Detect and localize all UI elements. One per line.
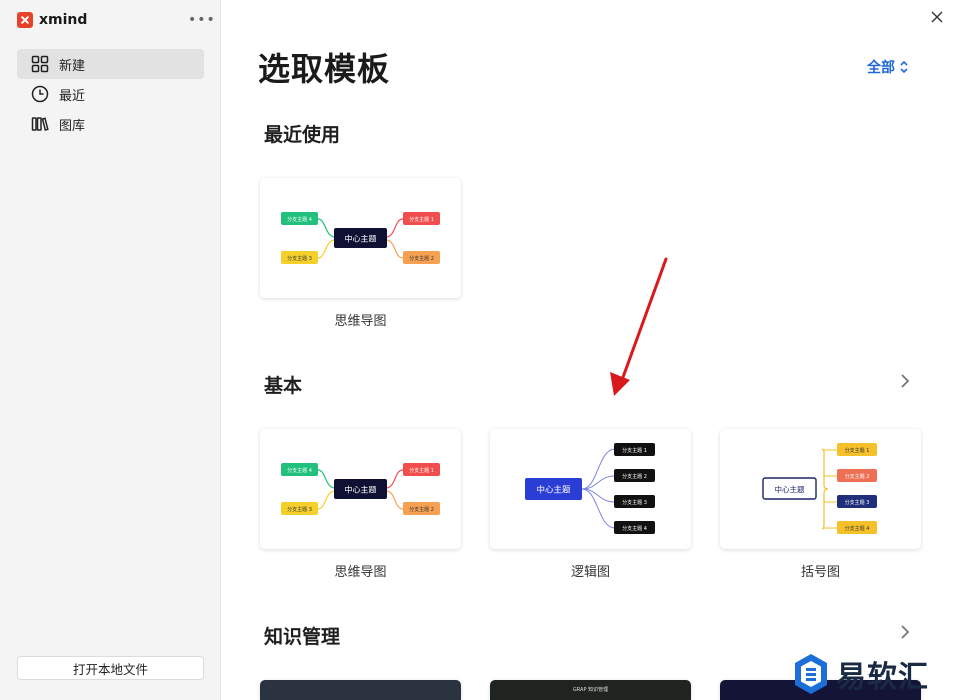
branch-topic: 分支主题 2 [409,506,434,513]
branch-topic: 分支主题 2 [409,255,434,262]
template-card-logic[interactable]: 中心主题 分支主题 1 分支主题 2 分支主题 3 分支主题 4 [490,429,691,549]
xmind-logo-icon [17,12,33,28]
template-card-mindmap-recent[interactable]: 中心主题 分支主题 4 分支主题 3 分支主题 1 分支主题 2 [260,178,461,298]
brand: xmind [17,12,87,28]
sidebar-item-label: 最近 [59,88,86,104]
card-label: 思维导图 [334,314,387,329]
chevron-right-icon[interactable] [898,624,912,640]
sidebar-item-library[interactable]: 图库 [17,109,204,139]
section-title-knowledge: 知识管理 [264,626,341,648]
filter-label: 全部 [867,60,895,76]
library-icon [31,115,49,133]
mindmap-thumbnail: 中心主题 分支主题 4 分支主题 3 分支主题 1 分支主题 2 [281,463,440,515]
branch-topic: 分支主题 4 [287,216,312,223]
branch-topic: 分支主题 1 [622,447,647,454]
watermark: 易软汇 [792,652,929,696]
template-card-brace[interactable]: 中心主题 分支主题 1 分支主题 2 分支主题 3 分支主题 4 [720,429,921,549]
branch-topic: 分支主题 4 [622,525,647,532]
clock-icon [31,85,49,103]
mindmap-thumbnail: 中心主题 分支主题 4 分支主题 3 分支主题 1 分支主题 2 [281,212,440,264]
more-options-icon[interactable]: ••• [188,12,216,28]
template-card-knowledge-1[interactable] [260,680,461,700]
center-topic: 中心主题 [345,234,377,244]
close-icon[interactable] [928,8,946,26]
center-topic: 中心主题 [345,485,377,495]
logic-chart-thumbnail: 中心主题 分支主题 1 分支主题 2 分支主题 3 分支主题 4 [525,443,655,534]
branch-topic: 分支主题 3 [287,506,312,513]
watermark-logo-icon [795,654,827,694]
branch-topic: 分支主题 1 [409,467,434,474]
section-title-recent: 最近使用 [264,124,341,146]
sidebar-item-recent[interactable]: 最近 [17,79,204,109]
brand-name: xmind [39,12,88,28]
page-title: 选取模板 [258,50,391,88]
template-card-knowledge-2[interactable]: GRAP 知识管理 [490,680,691,700]
open-local-file-button[interactable]: 打开本地文件 [17,656,204,680]
sidebar-item-label: 新建 [59,58,86,74]
chevron-updown-icon [900,60,908,74]
branch-topic: 分支主题 3 [622,499,647,506]
sidebar-item-label: 图库 [59,118,86,134]
sidebar-item-new[interactable]: 新建 [17,49,204,79]
branch-topic: 分支主题 2 [622,473,647,480]
center-topic: 中心主题 [775,484,805,494]
section-title-basic: 基本 [264,375,303,397]
branch-topic: 分支主题 4 [287,467,312,474]
template-card-mindmap[interactable]: 中心主题 分支主题 4 分支主题 3 分支主题 1 分支主题 2 [260,429,461,549]
filter-dropdown[interactable]: 全部 [867,57,909,77]
chevron-right-icon[interactable] [898,373,912,389]
center-topic: 中心主题 [536,485,571,496]
card-label: 逻辑图 [570,565,610,580]
card-label: 思维导图 [334,565,387,580]
card-caption: GRAP 知识管理 [572,687,609,693]
sidebar: xmind ••• 新建 最近 图库 打开本地文件 [0,0,221,700]
brace-map-thumbnail: 中心主题 分支主题 1 分支主题 2 分支主题 3 分支主题 4 [762,443,877,534]
branch-topic: 分支主题 1 [845,447,870,454]
grid-icon [31,55,49,73]
watermark-text: 易软汇 [836,660,929,695]
branch-topic: 分支主题 1 [409,216,434,223]
branch-topic: 分支主题 3 [287,255,312,262]
branch-topic: 分支主题 3 [845,499,870,506]
branch-topic: 分支主题 2 [845,473,870,480]
branch-topic: 分支主题 4 [845,525,870,532]
card-label: 括号图 [800,565,840,580]
sidebar-nav: 新建 最近 图库 [17,49,204,139]
